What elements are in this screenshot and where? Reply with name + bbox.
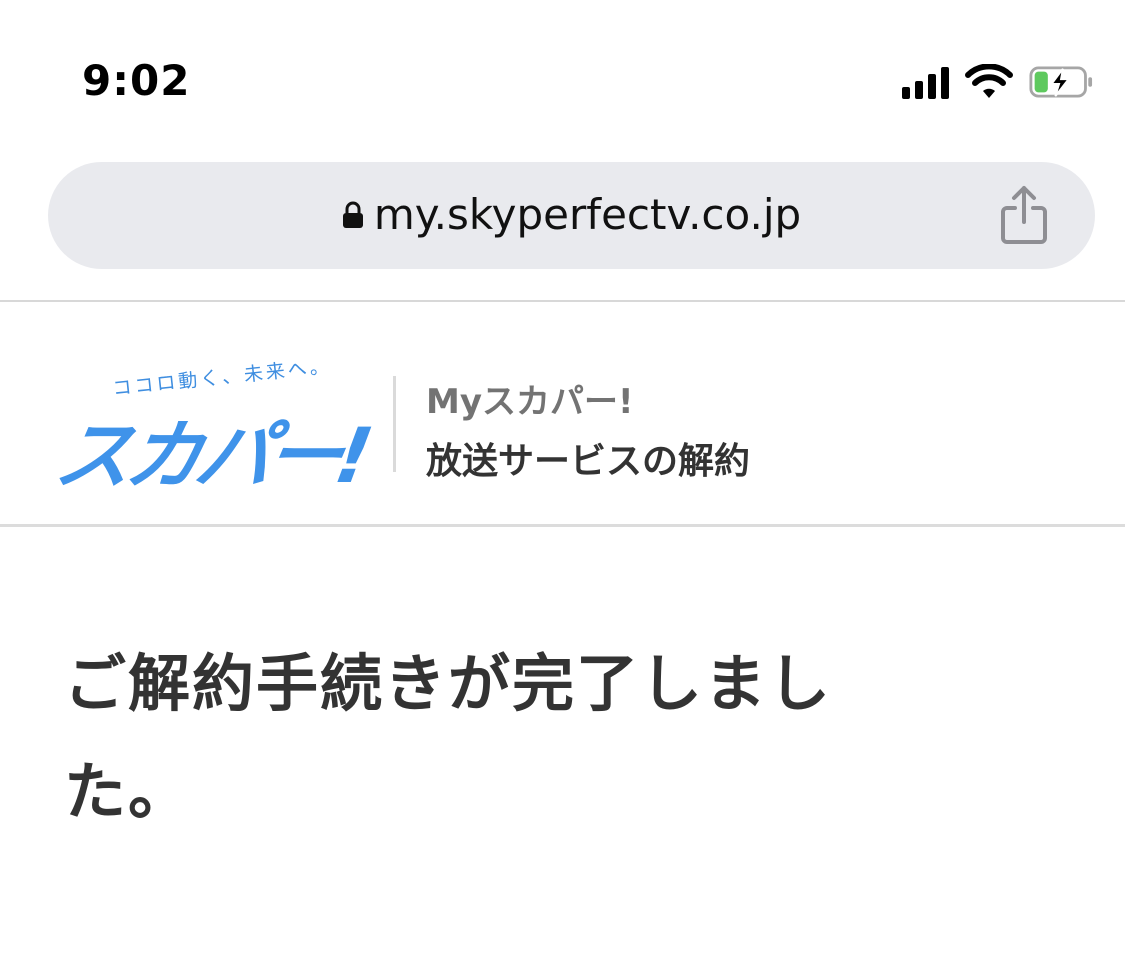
address-bar[interactable]: my.skyperfectv.co.jp [48,162,1095,269]
url-display[interactable]: my.skyperfectv.co.jp [48,190,1095,239]
url-text: my.skyperfectv.co.jp [373,190,802,239]
site-header: ココロ動く、未来へ。 スカパー! Myスカパー! 放送サービスの解約 [0,302,1125,524]
header-separator [393,376,396,472]
status-icons [902,62,1093,102]
lock-icon [342,201,363,228]
share-icon[interactable] [997,184,1051,246]
status-bar: 9:02 [0,0,1125,150]
page-title: 放送サービスの解約 [426,441,751,482]
completion-message: ご解約手続きが完了しました。 [64,647,833,828]
status-time: 9:02 [82,56,191,105]
skyperfectv-logo[interactable]: ココロ動く、未来へ。 スカパー! [49,355,373,500]
wifi-icon [965,64,1013,98]
header-subtitle: Myスカパー! [426,382,634,422]
battery-charging-icon [1029,66,1093,98]
logo-text: スカパー! [49,411,374,500]
header-divider-bottom [0,524,1125,527]
cellular-signal-icon [902,65,949,99]
